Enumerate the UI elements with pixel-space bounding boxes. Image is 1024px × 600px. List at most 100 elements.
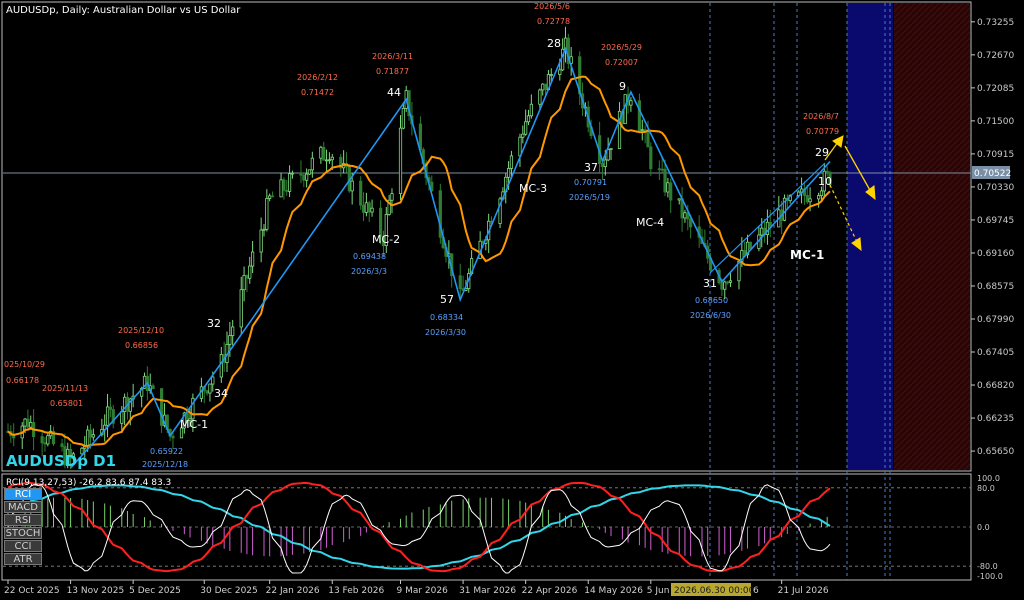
price-tick-label: 0.66820 <box>977 381 1014 391</box>
price-tick-label: 0.72085 <box>977 84 1014 94</box>
price-tick-label: 0.67990 <box>977 315 1014 325</box>
candle-body <box>748 241 752 249</box>
candle-body <box>324 159 329 162</box>
high-date: 2026/3/11 <box>372 52 413 61</box>
indicator-button-cci[interactable]: CCI <box>4 540 42 552</box>
chart-canvas[interactable]: 0.73255 0.72670 0.72085 0.71500 0.70915 0.703… <box>0 0 1024 600</box>
high-price: 0.72007 <box>605 58 638 67</box>
candle-body <box>538 89 542 105</box>
cursor-time-suffix: 6 <box>753 586 759 596</box>
candle-body <box>819 190 824 197</box>
candle-body <box>287 173 292 192</box>
high-date: 2025/11/13 <box>42 384 88 393</box>
candle-body <box>521 133 525 138</box>
chart-title: AUDUSDp, Daily: Australian Dollar vs US … <box>6 5 241 16</box>
candle-body <box>361 204 366 213</box>
candle-body <box>279 179 283 198</box>
price-tick-label: 0.71500 <box>977 117 1014 127</box>
time-tick-label: 13 Nov 2025 <box>67 586 125 596</box>
candle-body <box>558 69 562 75</box>
time-tick-label: 5 Dec 2025 <box>129 586 181 596</box>
high-price: 0.72778 <box>537 17 570 26</box>
low-date: 2026/5/19 <box>569 193 610 202</box>
indicator-button-atr[interactable]: ATR <box>4 553 42 565</box>
low-price: 0.68650 <box>695 296 728 305</box>
high-price: 0.71877 <box>376 67 409 76</box>
high-price: 0.66856 <box>125 341 158 350</box>
time-tick-label: 22 Jan 2026 <box>266 586 320 596</box>
indicator-level-label: -100.0 <box>977 572 1003 581</box>
low-date: 2026/3/3 <box>351 267 387 276</box>
candle-body <box>171 435 175 439</box>
indicator-button-stoch[interactable]: STOCH <box>4 527 42 539</box>
price-tick-label: 0.73255 <box>977 18 1014 28</box>
candle-body <box>319 146 323 159</box>
indicator-button-macd[interactable]: MACD <box>4 501 42 513</box>
candle-body <box>270 195 275 198</box>
candle-body <box>242 275 246 291</box>
candle-body <box>401 108 405 129</box>
candle-body <box>307 169 312 175</box>
candle-body <box>720 282 724 290</box>
candle-body <box>40 436 44 444</box>
candle-body <box>299 172 303 176</box>
time-tick-label: 13 Feb 2026 <box>328 586 384 596</box>
candle-body <box>259 229 263 253</box>
count-label: 28 <box>547 37 561 50</box>
price-axis: 0.73255 0.72670 0.72085 0.71500 0.70915 0.703… <box>971 18 1014 457</box>
count-label: 31 <box>703 277 717 290</box>
candle-body <box>245 275 249 279</box>
price-tick-label: 0.65650 <box>977 447 1014 457</box>
low-price: 0.68334 <box>430 313 463 322</box>
high-price: 0.65801 <box>50 399 83 408</box>
candle-body <box>418 123 423 150</box>
candle-body <box>600 163 605 168</box>
indicator-button-rsi[interactable]: RSI <box>4 514 42 526</box>
candle-body <box>743 250 747 256</box>
candle-body <box>282 179 286 191</box>
candle-body <box>543 83 548 91</box>
candle-body <box>262 228 266 231</box>
forecast-zone-red <box>894 3 970 470</box>
mc-label: MC-2 <box>372 233 400 246</box>
time-tick-label: 21 Jul 2026 <box>778 586 829 596</box>
candle-body <box>649 146 653 170</box>
mc-label: MC-1 <box>790 248 824 262</box>
candle-body <box>350 180 354 192</box>
candle-body <box>228 335 232 345</box>
candle-body <box>105 406 110 426</box>
candle-body <box>359 180 363 206</box>
candle-body <box>268 195 272 199</box>
candle-body <box>88 429 93 438</box>
candle-body <box>805 194 809 203</box>
count-label: 37 <box>584 161 598 174</box>
candle-body <box>46 435 50 445</box>
price-tick-label: 0.67405 <box>977 348 1014 358</box>
count-label: 44 <box>387 86 401 99</box>
candle-body <box>398 127 403 195</box>
candle-body <box>370 207 374 213</box>
high-price: 0.70779 <box>806 127 839 136</box>
candle-body <box>302 174 306 181</box>
candle-body <box>723 281 727 290</box>
count-label: 29 <box>815 146 829 159</box>
count-label: 57 <box>440 293 454 306</box>
candle-body <box>60 443 64 448</box>
candle-body <box>640 129 644 132</box>
candle-body <box>29 422 33 428</box>
candle-body <box>660 168 664 171</box>
candle-body <box>728 280 733 283</box>
candle-body <box>646 130 650 148</box>
candle-body <box>205 390 209 394</box>
high-date: 2026/5/6 <box>534 2 570 11</box>
candle-body <box>683 212 687 219</box>
indicator-button-rci[interactable]: RCI <box>4 488 42 500</box>
price-tick-label: 0.70915 <box>977 150 1014 160</box>
mc-label: MC-4 <box>636 216 664 229</box>
high-date: 2025/12/10 <box>118 326 164 335</box>
candle-body <box>609 148 613 150</box>
price-tick-label: 0.69745 <box>977 216 1014 226</box>
price-tick-label: 0.69160 <box>977 249 1014 259</box>
high-price: 0.71472 <box>301 88 334 97</box>
low-date: 2025/12/18 <box>142 460 188 469</box>
